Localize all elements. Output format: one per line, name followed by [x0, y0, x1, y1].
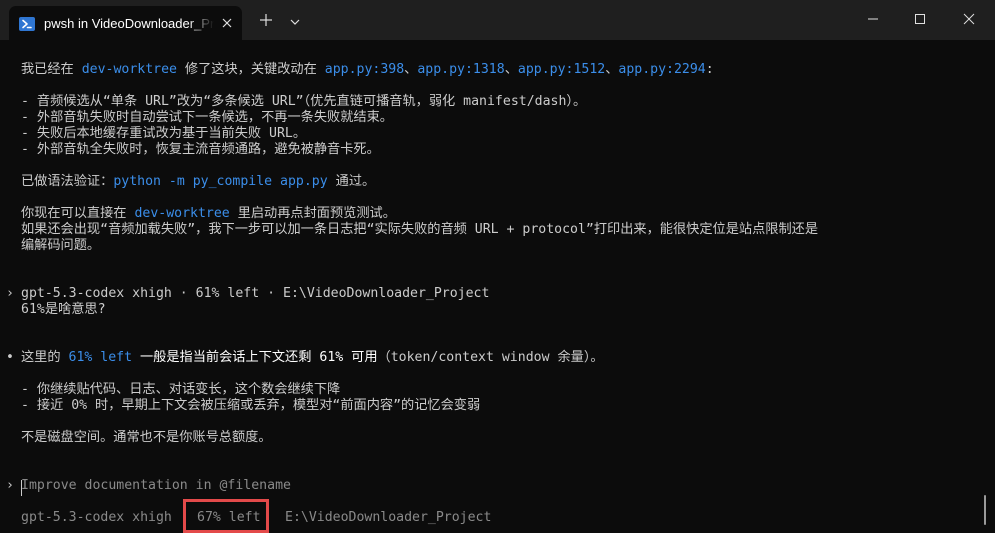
change-item: - 外部音轨全失败时，恢复主流音频通路，避免被静音卡死。	[21, 142, 380, 157]
text: （token/context window 余量）。	[377, 350, 604, 365]
code-ref: 61% left	[68, 350, 133, 365]
change-item: - 失败后本地缓存重试改为基于当前失败 URL。	[21, 126, 307, 141]
followup-line: 编解码问题。	[21, 238, 101, 253]
plus-icon[interactable]	[258, 12, 274, 28]
text: 里启动再点封面预览测试。	[229, 206, 396, 221]
code-ref: app.py:1318	[417, 62, 505, 77]
tab-title: pwsh in VideoDownloader_Project	[44, 16, 214, 31]
text: 我已经在	[21, 62, 82, 77]
text: 通过。	[327, 174, 376, 189]
prompt-chevron-icon: ›	[6, 286, 14, 301]
code-ref: app.py:1512	[517, 62, 606, 77]
answer-line: 这里的 61% left 一般是指当前会话上下文还剩 61% 可用（token/…	[21, 350, 604, 366]
change-item: - 音频候选从“单条 URL”改为“多条候选 URL”（优先直链可播音轨，弱化 …	[21, 94, 587, 109]
code-ref: dev-worktree	[134, 206, 230, 221]
command: python -m py_compile app.py	[113, 174, 328, 189]
emphasis: 一般是指当前会话上下文还剩	[132, 350, 320, 365]
close-window-button[interactable]	[946, 0, 992, 40]
next-step-line: 你现在可以直接在 dev-worktree 里启动再点封面预览测试。	[21, 206, 396, 222]
minimize-icon	[868, 18, 878, 20]
footer-path: E:\VideoDownloader_Project	[285, 510, 492, 525]
answer-item: - 你继续贴代码、日志、对话变长，这个数会继续下降	[21, 382, 341, 397]
footer-model: gpt-5.3-codex xhigh	[21, 510, 172, 525]
highlight-annotation-box	[183, 499, 269, 533]
maximize-button[interactable]	[897, 0, 943, 40]
emphasis: 61%	[319, 350, 344, 365]
text: 这里的	[21, 350, 69, 365]
chevron-down-icon[interactable]	[288, 14, 302, 28]
answer-item: - 接近 0% 时，早期上下文会被压缩或丢弃，模型对“前面内容”的记忆会变弱	[21, 398, 481, 413]
prompt-input[interactable]: Improve documentation in @filename	[21, 478, 291, 494]
text: 、	[504, 62, 518, 77]
text: 、	[404, 62, 418, 77]
close-icon	[963, 13, 975, 25]
bullet-dot-icon: •	[6, 350, 14, 365]
scrollbar[interactable]	[984, 495, 986, 525]
assistant-summary-line: 我已经在 dev-worktree 修了这块，关键改动在 app.py:398、…	[21, 62, 714, 78]
followup-line: 如果还会出现“音频加载失败”，我下一步可以加一条日志把“实际失败的音频 URL …	[21, 222, 819, 237]
tab-pwsh[interactable]: pwsh in VideoDownloader_Project	[9, 6, 242, 40]
input-chevron-icon: ›	[6, 478, 14, 493]
terminal-output[interactable]: 我已经在 dev-worktree 修了这块，关键改动在 app.py:398、…	[0, 40, 995, 533]
text: 修了这块，关键改动在	[176, 62, 325, 77]
final-line: 不是磁盘空间。通常也不是你账号总额度。	[21, 430, 272, 445]
code-ref: app.py:2294	[618, 62, 706, 77]
change-item: - 外部音轨失败时自动尝试下一条候选，不再一条失败就结束。	[21, 110, 393, 125]
code-ref: dev-worktree	[81, 62, 177, 77]
terminal-window: pwsh in VideoDownloader_Project	[0, 0, 995, 533]
minimize-button[interactable]	[850, 0, 896, 40]
maximize-icon	[915, 14, 925, 24]
verify-line: 已做语法验证：python -m py_compile app.py 通过。	[21, 174, 375, 190]
text: 你现在可以直接在	[21, 206, 135, 221]
user-question: 61%是啥意思?	[21, 302, 106, 317]
emphasis: 可用	[343, 350, 378, 365]
text: :	[705, 62, 714, 77]
code-ref: app.py:398	[324, 62, 405, 77]
close-icon[interactable]	[219, 15, 235, 31]
powershell-icon	[19, 16, 35, 31]
text: 已做语法验证：	[21, 174, 114, 189]
text: 、	[605, 62, 619, 77]
title-bar: pwsh in VideoDownloader_Project	[0, 0, 995, 40]
status-line: gpt-5.3-codex xhigh · 61% left · E:\Vide…	[21, 286, 490, 301]
